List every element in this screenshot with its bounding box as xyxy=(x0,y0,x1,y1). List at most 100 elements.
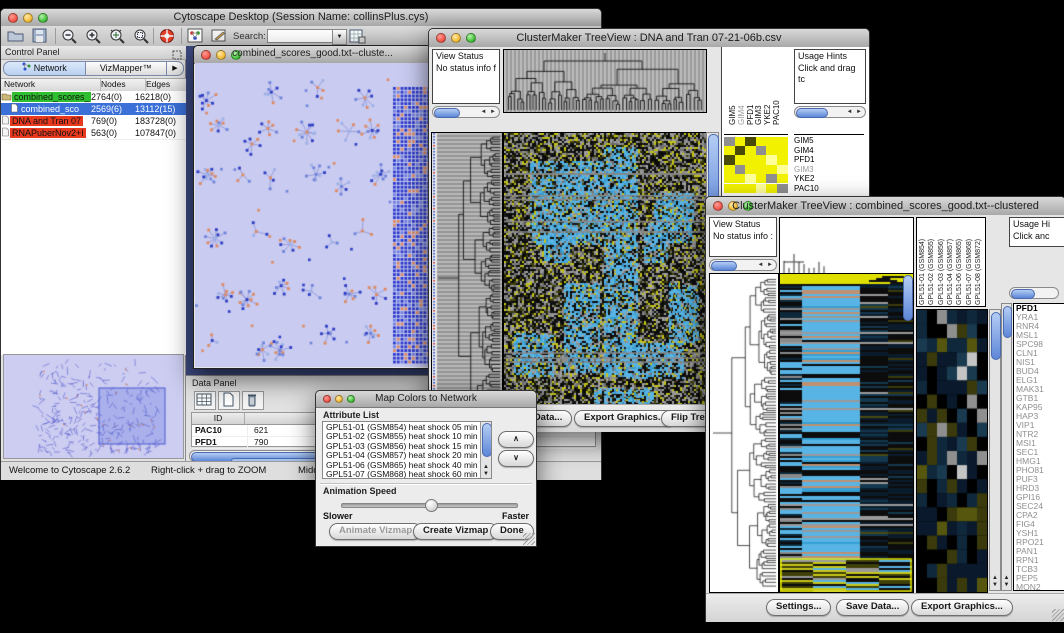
matrix-cell[interactable] xyxy=(777,174,788,183)
matrix-cell[interactable] xyxy=(756,174,767,183)
row-label[interactable]: GIM5 xyxy=(794,136,864,146)
treeview-dna-titlebar[interactable]: ClusterMaker TreeView : DNA and Tran 07-… xyxy=(429,29,869,48)
matrix-cell[interactable] xyxy=(745,165,756,174)
row-label[interactable]: GIM3 xyxy=(794,165,864,175)
matrix-cell[interactable] xyxy=(756,155,767,164)
network-overview-icon[interactable] xyxy=(187,28,207,45)
matrix-cell[interactable] xyxy=(724,146,735,155)
heatmap-canvas[interactable] xyxy=(503,132,707,424)
matrix-cell[interactable] xyxy=(745,184,756,193)
matrix-cell[interactable] xyxy=(777,165,788,174)
network-list-row[interactable]: combined_sco2569(6)13112(15) xyxy=(1,103,186,115)
matrix-cell[interactable] xyxy=(766,146,777,155)
matrix-cell[interactable] xyxy=(745,155,756,164)
view-status-scrollbar[interactable]: ◄ ► xyxy=(432,106,500,118)
column-label[interactable]: GPL51-02 (GSM855) xyxy=(928,239,935,305)
animation-speed-slider[interactable] xyxy=(341,503,518,508)
network-list-row[interactable]: combined_scores_2764(0)16218(0) xyxy=(1,91,186,103)
matrix-cell[interactable] xyxy=(777,137,788,146)
matrix-cell[interactable] xyxy=(735,174,746,183)
import-table-icon[interactable] xyxy=(349,28,369,45)
matrix-cell[interactable] xyxy=(724,184,735,193)
matrix-cell[interactable] xyxy=(777,155,788,164)
matrix-cell[interactable] xyxy=(777,146,788,155)
matrix-cell[interactable] xyxy=(724,155,735,164)
overview-canvas[interactable] xyxy=(4,355,183,458)
column-label[interactable]: GIM5 xyxy=(728,105,737,125)
resize-grip[interactable] xyxy=(523,533,535,545)
save-icon[interactable] xyxy=(31,28,51,45)
zoom-in-icon[interactable] xyxy=(85,28,105,45)
help-lifering-icon[interactable] xyxy=(159,28,179,45)
search-dropdown-arrow-icon[interactable]: ▼ xyxy=(332,29,347,45)
matrix-cell[interactable] xyxy=(766,165,777,174)
matrix-cell[interactable] xyxy=(735,146,746,155)
row-label[interactable]: GIM4 xyxy=(794,146,864,156)
matrix-cell[interactable] xyxy=(724,165,735,174)
move-down-button[interactable]: ∨ xyxy=(498,450,534,467)
matrix-cell[interactable] xyxy=(724,137,735,146)
column-label[interactable]: GPL51-04 (GSM857) xyxy=(947,239,954,305)
network-list-row[interactable]: DNA and Tran 07769(0)183728(0) xyxy=(1,115,186,127)
matrix-cell[interactable] xyxy=(756,184,767,193)
dialog-titlebar[interactable]: Map Colors to Network xyxy=(316,391,536,408)
column-label[interactable]: GPL51-07 (GSM868) xyxy=(966,239,973,305)
matrix-cell[interactable] xyxy=(735,184,746,193)
main-titlebar[interactable]: Cytoscape Desktop (Session Name: collins… xyxy=(1,9,601,27)
row-dendrogram[interactable] xyxy=(431,132,503,424)
animate-vizmap-button[interactable]: Animate Vizmap xyxy=(329,523,422,540)
tab-network[interactable]: Network xyxy=(3,61,86,76)
treeview-combined-button-save-data[interactable]: Save Data... xyxy=(836,599,909,616)
matrix-cell[interactable] xyxy=(735,155,746,164)
matrix-cell[interactable] xyxy=(756,165,767,174)
usage-hints-scrollbar[interactable]: ◄ ► xyxy=(794,106,866,118)
column-label[interactable]: GPL51-03 (GSM856) xyxy=(938,239,945,305)
matrix-cell[interactable] xyxy=(766,174,777,183)
treeview-combined-button-export-graphics[interactable]: Export Graphics... xyxy=(911,599,1013,616)
column-dendrogram[interactable] xyxy=(503,49,707,113)
zoom-selected-icon[interactable] xyxy=(133,28,153,45)
row-label[interactable]: PFD1 xyxy=(794,155,864,165)
row-label[interactable]: PAC10 xyxy=(794,184,864,194)
matrix-cell[interactable] xyxy=(735,137,746,146)
matrix-cell[interactable] xyxy=(766,155,777,164)
row-label[interactable]: YKE2 xyxy=(794,174,864,184)
attribute-list[interactable]: GPL51-01 (GSM854) heat shock 05 minGPL51… xyxy=(322,421,492,479)
zoom-heatmap-canvas[interactable] xyxy=(916,309,988,593)
matrix-cell[interactable] xyxy=(777,184,788,193)
gene-label-list[interactable]: PFD1YRA1RNR4MSL1SPC98CLN1NIS1BUD4ELG1MAK… xyxy=(1013,303,1064,591)
zoom-heatmap-matrix[interactable] xyxy=(724,134,788,193)
tab-vizmapper[interactable]: VizMapper™ xyxy=(86,61,168,76)
column-label[interactable]: GPL51-08 (GSM872) xyxy=(975,239,982,305)
gene-list-scrollbar[interactable]: ▲▼ xyxy=(1001,303,1012,591)
network-view-canvas[interactable] xyxy=(195,63,430,367)
column-tree-area[interactable] xyxy=(779,217,914,275)
move-up-button[interactable]: ∧ xyxy=(498,431,534,448)
zoom-fit-icon[interactable] xyxy=(109,28,129,45)
matrix-cell[interactable] xyxy=(724,174,735,183)
zoom-out-icon[interactable] xyxy=(61,28,81,45)
create-vizmap-button[interactable]: Create Vizmap xyxy=(413,523,498,540)
treeview-combined-button-settings[interactable]: Settings... xyxy=(766,599,831,616)
column-label[interactable]: GPL51-01 (GSM854) xyxy=(919,239,926,305)
network-view-titlebar[interactable]: combined_scores_good.txt--cluste... xyxy=(194,46,431,64)
column-label[interactable]: GPL51-06 (GSM865) xyxy=(956,239,963,305)
open-file-icon[interactable] xyxy=(7,28,27,45)
column-label[interactable]: YKE2 xyxy=(763,105,772,125)
matrix-cell[interactable] xyxy=(735,165,746,174)
resize-grip[interactable] xyxy=(1052,609,1064,621)
search-input[interactable] xyxy=(267,29,333,43)
heatmap-canvas[interactable] xyxy=(779,273,914,593)
column-header-id[interactable]: ID xyxy=(192,413,245,424)
view-status-scrollbar[interactable]: ◄ ► xyxy=(709,259,777,271)
matrix-cell[interactable] xyxy=(745,146,756,155)
attribute-select-icon[interactable] xyxy=(194,391,216,410)
network-overview-panel[interactable] xyxy=(3,354,184,459)
delete-attribute-icon[interactable] xyxy=(242,391,264,410)
attribute-list-scrollbar[interactable]: ▲▼ xyxy=(480,422,491,478)
new-attribute-icon[interactable] xyxy=(218,391,240,410)
heatmap-vscroll-thumb[interactable] xyxy=(903,275,913,321)
network-list-row[interactable]: RNAPuberNov2+I563(0)107847(0) xyxy=(1,127,186,139)
tab-overflow-button[interactable]: ▶ xyxy=(167,61,184,76)
attribute-list-item[interactable]: GPL51-07 (GSM868) heat shock 60 min xyxy=(323,470,479,479)
